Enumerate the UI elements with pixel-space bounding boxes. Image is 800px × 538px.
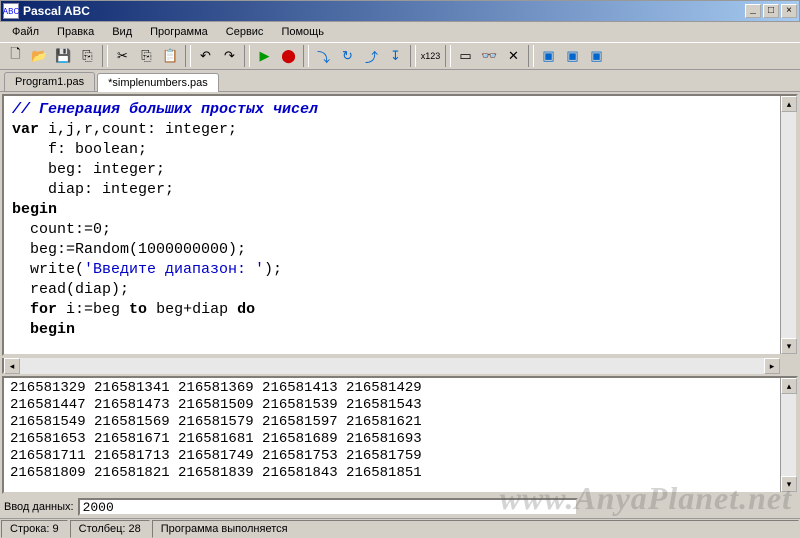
breakpoint-icon[interactable]: ▭: [454, 45, 477, 67]
toolbar: 🗋 📂 💾 ⎘ ✂ ⎘ 📋 ↶ ↷ ▶ ⬤ ⤵ ↻ ⤴ ↧ x123 ▭ 👓 ✕…: [0, 42, 800, 70]
copy-icon[interactable]: ⎘: [135, 45, 158, 67]
status-col: Столбец: 28: [70, 520, 150, 538]
input-label: Ввод данных:: [4, 501, 74, 513]
save-icon[interactable]: 💾: [52, 45, 75, 67]
scroll-down-icon[interactable]: ▾: [781, 338, 797, 354]
close-button[interactable]: ×: [781, 4, 797, 18]
open-file-icon[interactable]: 📂: [28, 45, 51, 67]
step-out-icon[interactable]: ⤴: [360, 45, 383, 67]
glasses-icon[interactable]: 👓: [478, 45, 501, 67]
scroll-down-icon[interactable]: ▾: [781, 476, 797, 492]
menu-edit[interactable]: Правка: [49, 24, 102, 40]
menu-bar: Файл Правка Вид Программа Сервис Помощь: [0, 22, 800, 42]
menu-program[interactable]: Программа: [142, 24, 216, 40]
scroll-up-icon[interactable]: ▴: [781, 378, 797, 394]
menu-help[interactable]: Помощь: [273, 24, 332, 40]
save-all-icon[interactable]: ⎘: [76, 45, 99, 67]
status-bar: Строка: 9 Столбец: 28 Программа выполняе…: [0, 518, 800, 538]
tab-simplenumbers[interactable]: *simplenumbers.pas: [97, 73, 219, 92]
title-bar: ABC Pascal ABC _ □ ×: [0, 0, 800, 22]
step-over-icon[interactable]: ↻: [336, 45, 359, 67]
minimize-button[interactable]: _: [745, 4, 761, 18]
menu-view[interactable]: Вид: [104, 24, 140, 40]
delete-icon[interactable]: ✕: [502, 45, 525, 67]
code-editor[interactable]: // Генерация больших простых чисел var i…: [4, 96, 780, 354]
data-input[interactable]: [78, 498, 578, 516]
scroll-up-icon[interactable]: ▴: [781, 96, 797, 112]
step-into-icon[interactable]: ⤵: [312, 45, 335, 67]
window-title: Pascal ABC: [23, 4, 743, 18]
output-text[interactable]: 216581329 216581341 216581369 216581413 …: [4, 378, 780, 492]
tool1-icon[interactable]: ▣: [537, 45, 560, 67]
menu-service[interactable]: Сервис: [218, 24, 272, 40]
cut-icon[interactable]: ✂: [111, 45, 134, 67]
output-pane: 216581329 216581341 216581369 216581413 …: [2, 376, 798, 494]
app-icon: ABC: [3, 3, 19, 19]
tab-program1[interactable]: Program1.pas: [4, 72, 95, 91]
scroll-right-icon[interactable]: ▸: [764, 358, 780, 374]
editor-scrollbar-v[interactable]: ▴ ▾: [780, 96, 796, 354]
output-scrollbar-v[interactable]: ▴ ▾: [780, 378, 796, 492]
tool2-icon[interactable]: ▣: [561, 45, 584, 67]
paste-icon[interactable]: 📋: [159, 45, 182, 67]
watch-icon[interactable]: x123: [419, 45, 442, 67]
run-to-cursor-icon[interactable]: ↧: [384, 45, 407, 67]
tab-bar: Program1.pas *simplenumbers.pas: [0, 70, 800, 92]
menu-file[interactable]: Файл: [4, 24, 47, 40]
editor-scrollbar-h[interactable]: ◂ ▸: [4, 358, 780, 374]
new-file-icon[interactable]: 🗋: [4, 45, 27, 67]
tool3-icon[interactable]: ▣: [585, 45, 608, 67]
status-line: Строка: 9: [1, 520, 68, 538]
input-row: Ввод данных:: [0, 496, 800, 518]
redo-icon[interactable]: ↷: [218, 45, 241, 67]
scroll-left-icon[interactable]: ◂: [4, 358, 20, 374]
status-message: Программа выполняется: [152, 520, 799, 538]
maximize-button[interactable]: □: [763, 4, 779, 18]
run-icon[interactable]: ▶: [253, 45, 276, 67]
code-editor-pane: // Генерация больших простых чисел var i…: [2, 94, 798, 356]
undo-icon[interactable]: ↶: [194, 45, 217, 67]
stop-icon[interactable]: ⬤: [277, 45, 300, 67]
